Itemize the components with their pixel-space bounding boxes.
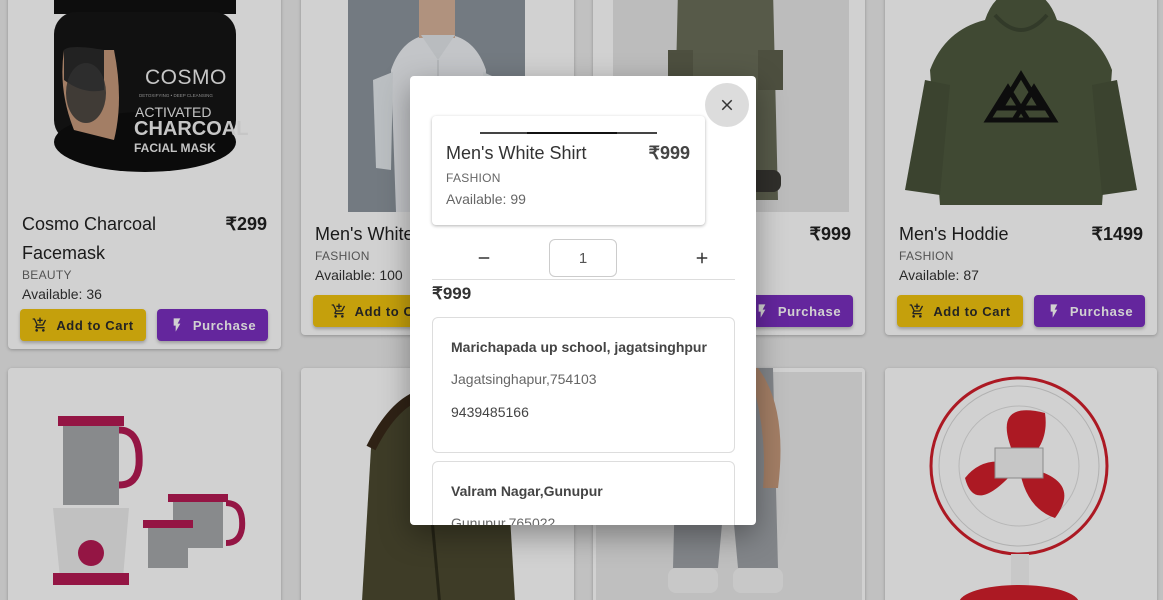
address-option[interactable]: Valram Nagar,Gunupur Gunupur,765022 [432, 461, 735, 525]
decrease-quantity-button[interactable] [472, 246, 496, 270]
selected-product-name: Men's White Shirt [446, 143, 587, 163]
address-line1: Valram Nagar,Gunupur [451, 483, 603, 499]
selected-product-card: Men's White Shirt ₹999 FASHION Available… [432, 116, 705, 225]
selected-product-availability: Available: 99 [446, 191, 526, 207]
increase-quantity-button[interactable] [690, 246, 714, 270]
total-price: ₹999 [432, 284, 472, 303]
selected-product-price: ₹999 [648, 143, 690, 163]
minus-icon [478, 257, 490, 259]
address-line2: Gunupur,765022 [451, 515, 556, 525]
quantity-input[interactable] [549, 239, 617, 277]
close-button[interactable] [705, 83, 749, 127]
address-option[interactable]: Marichapada up school, jagatsinghpur Jag… [432, 317, 735, 453]
address-line1: Marichapada up school, jagatsinghpur [451, 339, 707, 355]
purchase-dialog: Men's White Shirt ₹999 FASHION Available… [410, 76, 756, 525]
address-phone: 9439485166 [451, 404, 529, 420]
quantity-stepper [432, 238, 735, 280]
plus-icon [696, 252, 708, 264]
address-line2: Jagatsinghapur,754103 [451, 371, 597, 387]
selected-product-category: FASHION [446, 171, 501, 185]
close-icon [721, 99, 733, 111]
